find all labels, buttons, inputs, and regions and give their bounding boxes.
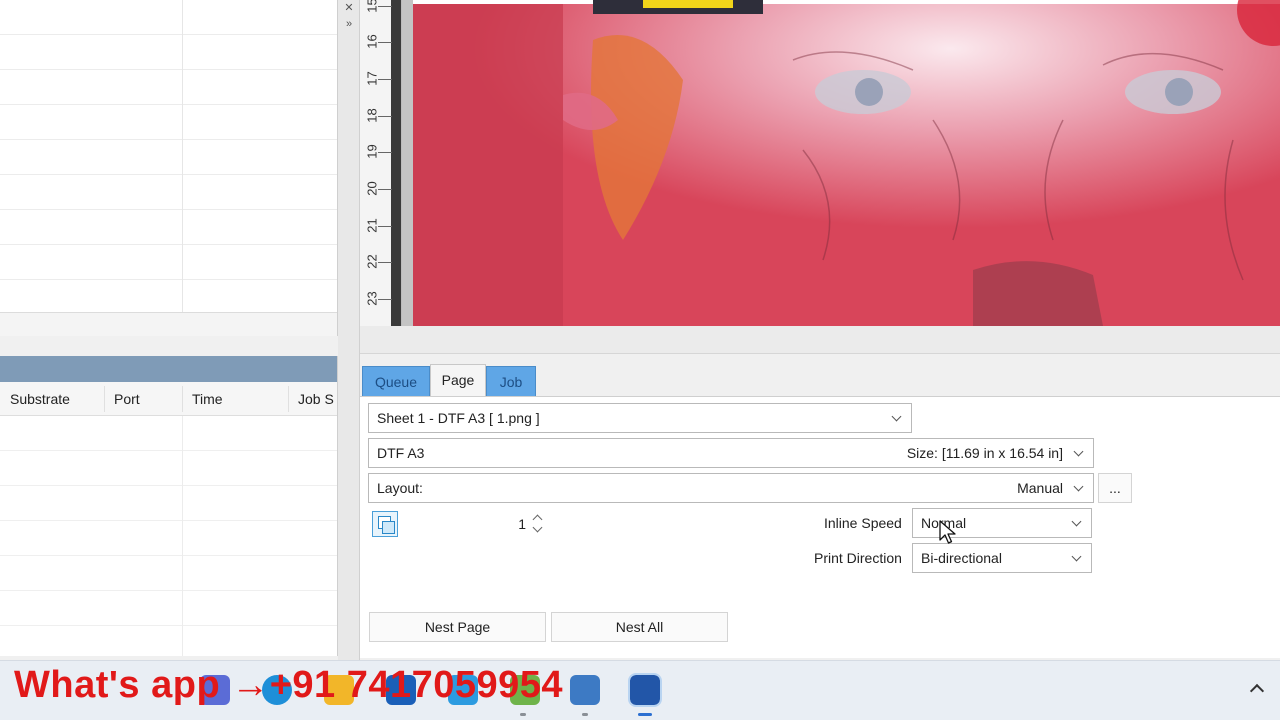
double-chevron-right-icon[interactable]: » <box>340 16 358 32</box>
preview-scrollbar[interactable] <box>360 326 1280 354</box>
panel-splitter[interactable]: ✕ » <box>338 0 360 660</box>
sheet-select-value: Sheet 1 - DTF A3 [ 1.png ] <box>377 410 540 426</box>
media-size: Size: [11.69 in x 16.54 in] <box>906 445 1063 461</box>
layout-value: Manual <box>1017 480 1063 496</box>
layout-select[interactable]: Layout: Manual <box>368 473 1094 503</box>
chevron-down-icon <box>891 404 905 432</box>
mouse-cursor-icon <box>939 520 956 544</box>
queue-grid <box>0 0 338 336</box>
copies-stepper[interactable]: 1 <box>400 509 548 539</box>
column-header-job-status[interactable]: Job S <box>298 391 334 407</box>
column-header-substrate[interactable]: Substrate <box>10 391 70 407</box>
chevron-up-icon[interactable] <box>1248 680 1266 698</box>
chevron-up-icon[interactable] <box>532 512 542 522</box>
print-direction-label: Print Direction <box>814 550 902 566</box>
artwork-image <box>413 0 1280 326</box>
nest-page-button[interactable]: Nest Page <box>369 612 546 642</box>
job-table-header: Substrate Port Time Job S <box>0 382 337 416</box>
copies-value: 1 <box>518 516 526 532</box>
layout-label: Layout: <box>377 480 423 496</box>
grid-scroll-strip[interactable] <box>0 312 337 336</box>
chevron-down-icon[interactable] <box>532 524 542 534</box>
media-select[interactable]: DTF A3 Size: [11.69 in x 16.54 in] <box>368 438 1094 468</box>
whatsapp-contact-banner: What's app →+91 7417059954 <box>14 664 564 706</box>
rip-software-icon[interactable] <box>628 673 662 707</box>
print-preview[interactable]: 15 16 17 18 19 20 21 22 23 <box>360 0 1280 326</box>
tab-page[interactable]: Page <box>430 364 486 396</box>
nest-all-button[interactable]: Nest All <box>551 612 728 642</box>
job-table-panel: Substrate Port Time Job S <box>0 356 338 656</box>
close-icon[interactable]: ✕ <box>340 0 358 16</box>
inline-speed-label: Inline Speed <box>824 515 902 531</box>
vertical-ruler: 15 16 17 18 19 20 21 22 23 <box>360 0 402 326</box>
app-icon[interactable] <box>570 675 600 705</box>
layout-more-button[interactable]: ... <box>1098 473 1132 503</box>
chevron-down-icon <box>1071 544 1085 572</box>
chevron-down-icon <box>1073 439 1087 467</box>
job-panel-titlebar <box>0 356 337 382</box>
tab-job[interactable]: Job <box>486 366 536 396</box>
ruler-label: 15 <box>364 0 380 13</box>
column-header-time[interactable]: Time <box>192 391 223 407</box>
job-table-rows <box>0 416 337 656</box>
column-header-port[interactable]: Port <box>114 391 140 407</box>
copies-icon[interactable] <box>372 511 398 537</box>
tab-queue[interactable]: Queue <box>362 366 430 396</box>
page-settings-panel: Sheet 1 - DTF A3 [ 1.png ] DTF A3 Size: … <box>360 396 1280 658</box>
sheet-select[interactable]: Sheet 1 - DTF A3 [ 1.png ] <box>368 403 912 433</box>
chevron-down-icon <box>1073 474 1087 502</box>
print-direction-value: Bi-directional <box>921 550 1002 566</box>
print-direction-select[interactable]: Bi-directional <box>912 543 1092 573</box>
chevron-down-icon <box>1071 509 1085 537</box>
media-name: DTF A3 <box>377 445 425 461</box>
